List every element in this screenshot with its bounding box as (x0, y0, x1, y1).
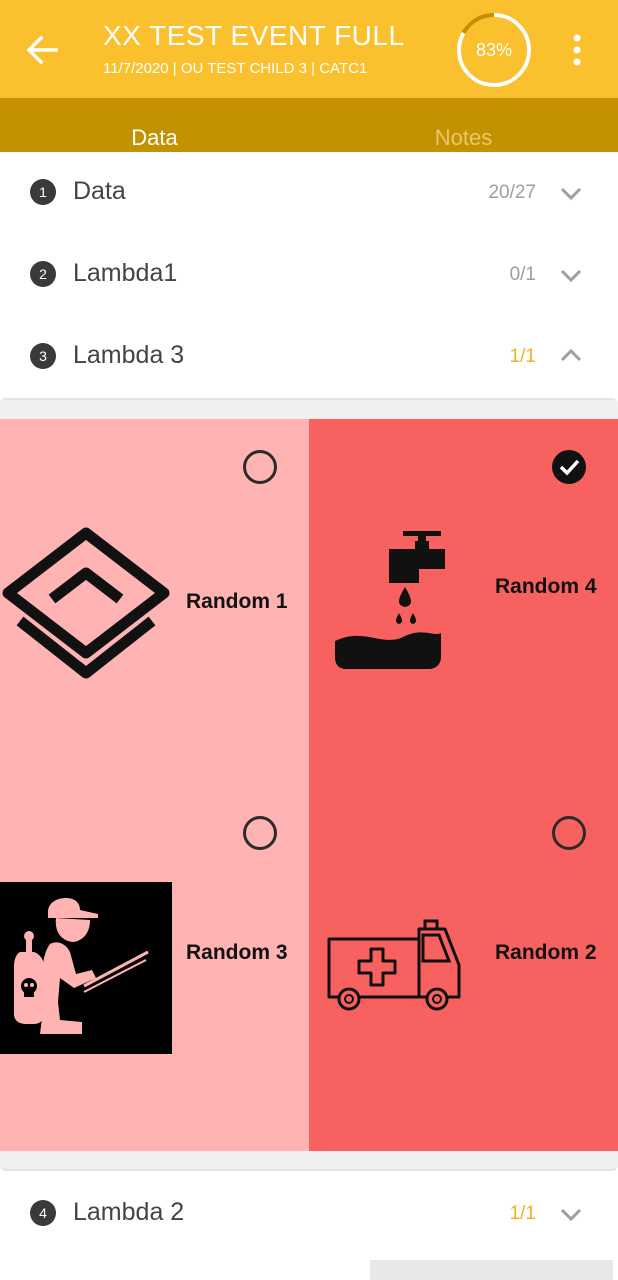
radio-button[interactable] (552, 816, 586, 850)
section-row-lambda-2[interactable]: 4 Lambda 2 1/1 (0, 1172, 618, 1252)
option-card-random-1[interactable]: Random 1 (0, 419, 309, 785)
option-card-random-2[interactable]: Random 2 (309, 785, 618, 1151)
bottom-overlay-bar (370, 1260, 613, 1280)
event-subtitle: 11/7/2020 | OU TEST CHILD 3 | CATC1 (103, 60, 368, 77)
progress-percent: 83% (475, 40, 513, 60)
option-card-random-4[interactable]: Random 4 (309, 419, 618, 785)
pesticide-sprayer-icon (0, 882, 172, 1054)
options-panel-top (0, 398, 618, 420)
option-label: Random 3 (186, 941, 288, 964)
ambulance-icon (327, 919, 461, 1011)
section-number: 1 (30, 179, 56, 205)
app-header: XX TEST EVENT FULL 11/7/2020 | OU TEST C… (0, 0, 618, 98)
option-label: Random 2 (495, 941, 597, 964)
section-number: 4 (30, 1200, 56, 1226)
section-count: 1/1 (509, 346, 536, 367)
arrow-left-icon (26, 35, 58, 65)
radio-button[interactable] (243, 816, 277, 850)
section-label: Data (73, 177, 126, 205)
option-label: Random 1 (186, 590, 288, 613)
section-number: 3 (30, 343, 56, 369)
chevron-down-icon[interactable] (558, 1204, 584, 1224)
section-count: 0/1 (509, 264, 536, 285)
layers-icon (2, 527, 170, 679)
event-title: XX TEST EVENT FULL (103, 20, 405, 51)
radio-button-checked[interactable] (552, 450, 586, 484)
more-vertical-icon (573, 34, 581, 66)
options-panel-bottom (0, 1151, 618, 1171)
option-label: Random 4 (495, 575, 597, 598)
options-grid: Random 1 Random 4 Random 3 Random 2 (0, 419, 618, 1151)
chevron-down-icon[interactable] (558, 183, 584, 203)
checkmark-icon (559, 459, 580, 476)
section-row-lambda-3[interactable]: 3 Lambda 3 1/1 (0, 316, 618, 396)
chevron-down-icon[interactable] (558, 265, 584, 285)
section-label: Lambda 2 (73, 1198, 185, 1226)
water-tap-icon (335, 531, 445, 669)
more-options-button[interactable] (560, 30, 594, 70)
radio-button[interactable] (243, 450, 277, 484)
option-card-random-3[interactable]: Random 3 (0, 785, 309, 1151)
section-label: Lambda 3 (73, 341, 185, 369)
progress-ring: 83% (455, 11, 533, 89)
section-number: 2 (30, 261, 56, 287)
app-screen: XX TEST EVENT FULL 11/7/2020 | OU TEST C… (0, 0, 618, 1280)
chevron-up-icon[interactable] (558, 346, 584, 366)
section-row-data[interactable]: 1 Data 20/27 (0, 152, 618, 230)
back-button[interactable] (22, 30, 62, 70)
section-count: 1/1 (509, 1203, 536, 1224)
section-count: 20/27 (488, 182, 536, 203)
section-label: Lambda1 (73, 259, 178, 287)
section-row-lambda1[interactable]: 2 Lambda1 0/1 (0, 234, 618, 314)
